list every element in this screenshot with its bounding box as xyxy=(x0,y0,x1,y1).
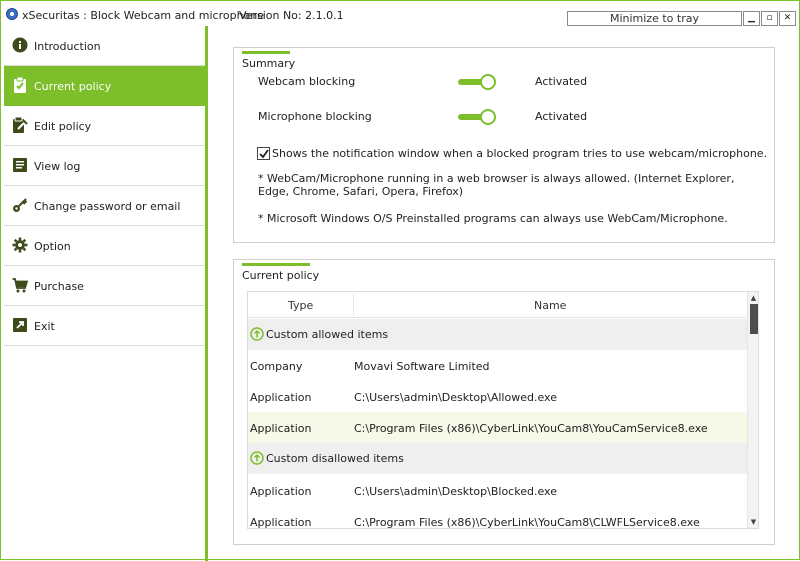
info-icon xyxy=(12,37,28,53)
title-bar: xSecuritas : Block Webcam and microphone… xyxy=(1,1,799,27)
summary-panel: Summary Webcam blocking Activated Microp… xyxy=(233,47,775,243)
table-row[interactable]: Application C:\Program Files (x86)\Cyber… xyxy=(248,506,748,529)
app-window: xSecuritas : Block Webcam and microphone… xyxy=(0,0,800,561)
sidebar-item-view-log[interactable]: View log xyxy=(4,146,205,186)
window-title: xSecuritas : Block Webcam and microphone xyxy=(22,9,265,22)
toggle-knob xyxy=(480,109,496,125)
cell-name: C:\Users\admin\Desktop\Allowed.exe xyxy=(354,391,557,404)
group-label: Custom disallowed items xyxy=(266,452,404,465)
group-row-disallowed[interactable]: Custom disallowed items xyxy=(248,443,748,474)
maximize-button[interactable]: ▫ xyxy=(761,11,778,26)
cell-type: Application xyxy=(250,391,312,404)
notification-checkbox-label: Shows the notification window when a blo… xyxy=(272,147,768,160)
sidebar-nav: Introduction Current policy Edit policy … xyxy=(4,26,205,346)
cell-type: Application xyxy=(250,516,312,529)
microphone-status: Activated xyxy=(535,110,588,123)
scroll-thumb[interactable] xyxy=(750,304,758,334)
cell-type: Application xyxy=(250,485,312,498)
webcam-blocking-label: Webcam blocking xyxy=(258,75,356,88)
table-header: Type Name xyxy=(248,292,758,318)
log-icon xyxy=(13,158,27,172)
table-scrollbar[interactable]: ▲ ▼ xyxy=(747,292,758,528)
column-separator xyxy=(353,294,354,316)
microphone-blocking-label: Microphone blocking xyxy=(258,110,372,123)
minimize-button[interactable]: ▁ xyxy=(743,11,760,26)
scroll-up-arrow-icon[interactable]: ▲ xyxy=(748,292,758,304)
sidebar-item-label: Purchase xyxy=(34,280,84,293)
exit-icon xyxy=(13,318,27,332)
current-policy-panel: Current policy Type Name Custom allowed … xyxy=(233,259,775,545)
sidebar-item-label: Edit policy xyxy=(34,120,92,133)
minimize-to-tray-button[interactable]: Minimize to tray xyxy=(567,11,742,26)
cart-icon xyxy=(12,278,28,293)
edit-clipboard-icon xyxy=(13,117,28,133)
sidebar-item-label: Exit xyxy=(34,320,55,333)
sidebar-item-purchase[interactable]: Purchase xyxy=(4,266,205,306)
cell-name: C:\Users\admin\Desktop\Blocked.exe xyxy=(354,485,557,498)
column-header-name[interactable]: Name xyxy=(534,299,566,312)
key-icon xyxy=(13,198,28,212)
sidebar-divider xyxy=(205,26,208,561)
webcam-blocking-toggle[interactable] xyxy=(458,74,496,90)
sidebar-item-label: Option xyxy=(34,240,71,253)
notification-checkbox[interactable] xyxy=(257,147,270,160)
toggle-knob xyxy=(480,74,496,90)
clipboard-check-icon xyxy=(14,77,26,93)
app-logo-icon xyxy=(6,8,18,20)
sidebar-item-label: Change password or email xyxy=(34,200,181,213)
cell-name: C:\Program Files (x86)\CyberLink\YouCam8… xyxy=(354,422,708,435)
collapse-arrow-icon xyxy=(250,451,264,465)
sidebar-item-exit[interactable]: Exit xyxy=(4,306,205,346)
sidebar-item-label: View log xyxy=(34,160,81,173)
microphone-blocking-toggle[interactable] xyxy=(458,109,496,125)
current-policy-title: Current policy xyxy=(242,263,319,282)
sidebar-item-option[interactable]: Option xyxy=(4,226,205,266)
checkmark-icon xyxy=(259,149,269,159)
browser-note: * WebCam/Microphone running in a web bro… xyxy=(258,172,735,198)
cell-type: Company xyxy=(250,360,303,373)
cell-type: Application xyxy=(250,422,312,435)
collapse-arrow-icon xyxy=(250,327,264,341)
column-header-type[interactable]: Type xyxy=(288,299,313,312)
group-row-allowed[interactable]: Custom allowed items xyxy=(248,319,748,350)
group-label: Custom allowed items xyxy=(266,328,389,341)
cell-name: C:\Program Files (x86)\CyberLink\YouCam8… xyxy=(354,516,700,529)
scroll-down-arrow-icon[interactable]: ▼ xyxy=(748,516,758,528)
sidebar-item-label: Introduction xyxy=(34,40,101,53)
table-row[interactable]: Application C:\Program Files (x86)\Cyber… xyxy=(248,412,748,443)
sidebar-item-change-password[interactable]: Change password or email xyxy=(4,186,205,226)
policy-table: Type Name Custom allowed items Company M… xyxy=(247,291,759,529)
table-row[interactable]: Application C:\Users\admin\Desktop\Allow… xyxy=(248,381,748,412)
sidebar-item-introduction[interactable]: Introduction xyxy=(4,26,205,66)
table-row[interactable]: Company Movavi Software Limited xyxy=(248,350,748,381)
version-label: Version No: 2.1.0.1 xyxy=(239,9,344,22)
cell-name: Movavi Software Limited xyxy=(354,360,490,373)
table-row[interactable]: Application C:\Users\admin\Desktop\Block… xyxy=(248,475,748,506)
webcam-status: Activated xyxy=(535,75,588,88)
close-button[interactable]: ✕ xyxy=(779,11,796,26)
preinstalled-note: * Microsoft Windows O/S Preinstalled pro… xyxy=(258,212,728,225)
sidebar-item-current-policy[interactable]: Current policy xyxy=(4,66,205,106)
sidebar-item-label: Current policy xyxy=(34,80,112,93)
sidebar-item-edit-policy[interactable]: Edit policy xyxy=(4,106,205,146)
summary-title: Summary xyxy=(242,51,295,70)
gear-icon xyxy=(12,237,28,253)
